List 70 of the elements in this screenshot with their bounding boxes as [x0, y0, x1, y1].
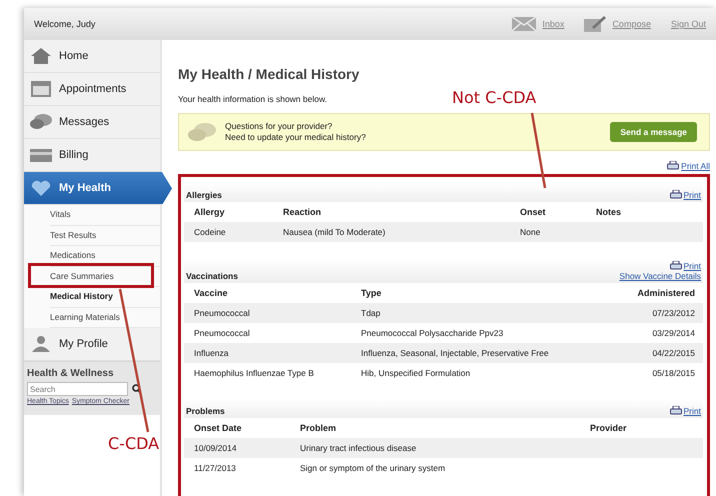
- column-header: Allergy: [194, 207, 226, 217]
- nav-item[interactable]: My Health: [24, 172, 172, 205]
- column-header: Problem: [300, 423, 338, 433]
- table-cell: Codeine: [194, 227, 226, 237]
- table-cell: Urinary tract infectious disease: [300, 443, 416, 453]
- table-cell: Pneumococcal: [194, 328, 250, 338]
- table-cell: 11/27/2013: [194, 463, 236, 473]
- column-header: Vaccine: [194, 288, 229, 298]
- table-cell: Pneumococcal: [194, 308, 250, 318]
- section-title: Allergies: [186, 190, 222, 200]
- printer-icon[interactable]: [670, 261, 682, 271]
- table-cell: Sign or symptom of the urinary system: [300, 463, 446, 473]
- table-cell: None: [520, 227, 540, 237]
- printer-icon[interactable]: [670, 190, 682, 200]
- table-cell: Influenza, Seasonal, Injectable, Preservative Free: [361, 348, 549, 358]
- chat-bubbles-icon: [187, 122, 217, 142]
- subnav-item[interactable]: Care Summaries: [50, 266, 160, 287]
- subnav-item[interactable]: Medical History: [50, 287, 160, 308]
- notice-text: Need to update your medical history?: [225, 132, 367, 143]
- column-header: Administered: [636, 288, 695, 298]
- column-header: Onset: [520, 207, 547, 217]
- table-cell: Tdap: [361, 308, 380, 318]
- house-icon: [29, 47, 53, 65]
- calendar-icon: [29, 80, 53, 98]
- nav-item[interactable]: Messages: [24, 106, 160, 139]
- search-field[interactable]: Search: [27, 382, 128, 396]
- column-header: Reaction: [283, 207, 322, 217]
- person-icon: [29, 335, 53, 353]
- table-cell: Pneumococcal Polysaccharide Ppv23: [361, 328, 504, 338]
- section-title: Problems: [186, 406, 225, 416]
- wellness-title: Health & Wellness: [27, 368, 115, 379]
- print-all-link[interactable]: Print All: [681, 161, 710, 171]
- notice-text: Questions for your provider?: [225, 121, 334, 132]
- table-cell: 07/23/2012: [652, 308, 695, 318]
- nav-item[interactable]: Appointments: [24, 73, 160, 106]
- welcome-text: Welcome, Judy: [34, 19, 96, 29]
- table-cell: 05/18/2015: [652, 368, 695, 378]
- nav-item[interactable]: My Profile: [24, 328, 160, 361]
- printer-icon[interactable]: [670, 406, 682, 416]
- table-cell: 03/29/2014: [652, 328, 695, 338]
- column-header: Provider: [590, 423, 628, 433]
- printer-icon[interactable]: [667, 161, 680, 171]
- annotation-label: C-CDA: [108, 434, 160, 453]
- card-icon: [29, 146, 53, 164]
- column-header: Type: [361, 288, 382, 298]
- pencil-icon[interactable]: [584, 16, 606, 32]
- table-cell: Nausea (mild To Moderate): [283, 227, 386, 237]
- section-link[interactable]: Print: [684, 406, 701, 416]
- section-title: Vaccinations: [186, 271, 238, 281]
- table-cell: Influenza: [194, 348, 228, 358]
- table-cell: 10/09/2014: [194, 443, 237, 453]
- nav-item[interactable]: Billing: [24, 139, 160, 172]
- section-link[interactable]: Show Vaccine Details: [619, 271, 701, 281]
- subnav-item[interactable]: Vitals: [50, 205, 160, 226]
- subnav-item[interactable]: Medications: [50, 246, 160, 266]
- table-cell: Hib, Unspecified Formulation: [361, 368, 470, 378]
- section-link[interactable]: Print: [684, 190, 701, 200]
- chat-bubbles-icon: [29, 113, 53, 131]
- annotation-label: Not C-CDA: [452, 88, 536, 107]
- table-cell: Haemophilus Influenzae Type B: [194, 368, 314, 378]
- column-header: Onset Date: [194, 423, 243, 433]
- page-title: My Health / Medical History: [178, 66, 360, 82]
- nav-item[interactable]: Home: [24, 40, 160, 73]
- subnav-item[interactable]: Test Results: [50, 226, 160, 246]
- table-cell: 04/22/2015: [652, 348, 695, 358]
- column-header: Notes: [596, 207, 622, 217]
- section-link[interactable]: Print: [684, 261, 701, 271]
- page-subtitle: Your health information is shown below.: [178, 94, 327, 104]
- heart-icon: [29, 179, 53, 197]
- search-icon[interactable]: [132, 384, 141, 394]
